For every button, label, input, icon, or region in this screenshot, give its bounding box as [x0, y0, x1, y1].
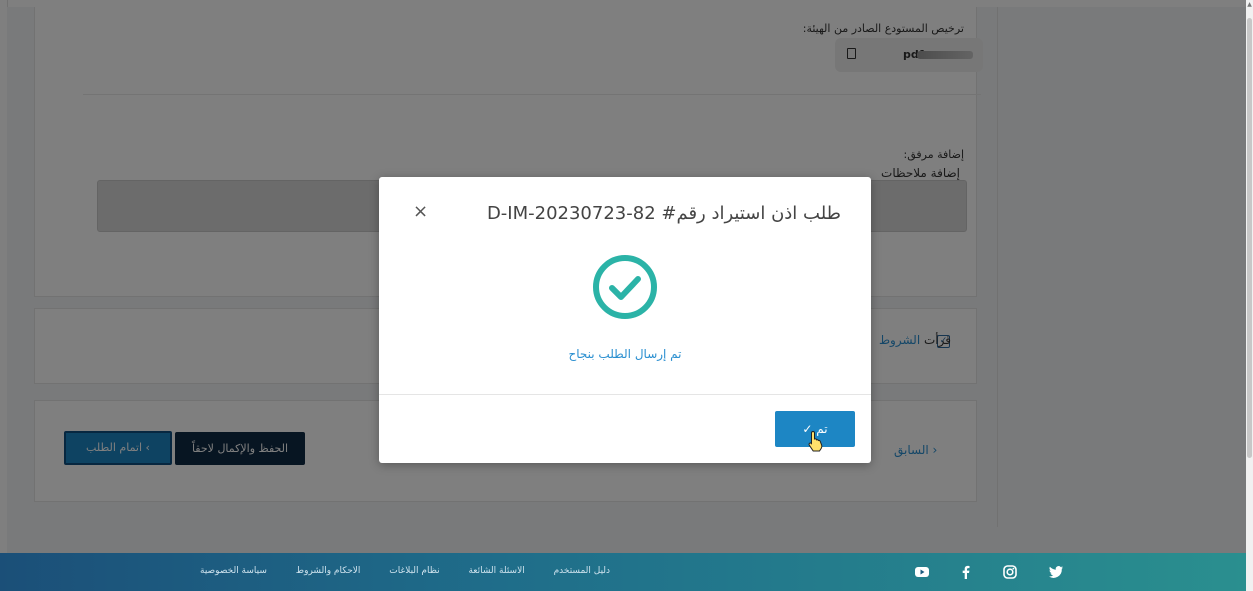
success-check-icon	[593, 255, 657, 319]
footer-link-faq[interactable]: الاسئلة الشائعة	[468, 566, 524, 576]
footer-link-terms[interactable]: الاحكام والشروط	[296, 566, 361, 576]
footer-link-user-guide[interactable]: دليل المستخدم	[554, 566, 610, 576]
scrollbar-thumb[interactable]	[1247, 18, 1252, 458]
footer-link-privacy[interactable]: سياسة الخصوصية	[200, 566, 267, 576]
youtube-icon[interactable]	[914, 564, 930, 580]
site-footer: دليل المستخدم الاسئلة الشائعة نظام البلا…	[0, 553, 1246, 591]
modal-footer-divider	[379, 394, 871, 395]
modal-title: طلب اذن استيراد رقم# D-IM-20230723-82	[486, 203, 841, 224]
close-icon[interactable]: ×	[413, 201, 428, 222]
hand-cursor-icon	[808, 430, 823, 452]
success-message: تم إرسال الطلب بنجاح	[568, 347, 682, 361]
page-scrollbar[interactable]: ▲	[1246, 0, 1253, 591]
footer-links: دليل المستخدم الاسئلة الشائعة نظام البلا…	[200, 566, 636, 576]
instagram-icon[interactable]	[1002, 564, 1018, 580]
twitter-icon[interactable]	[1048, 564, 1064, 580]
success-modal: طلب اذن استيراد رقم# D-IM-20230723-82 × …	[379, 177, 871, 463]
scroll-up-arrow-icon[interactable]: ▲	[1247, 2, 1252, 8]
footer-link-reports-system[interactable]: نظام البلاغات	[389, 566, 439, 576]
facebook-icon[interactable]	[958, 564, 974, 580]
